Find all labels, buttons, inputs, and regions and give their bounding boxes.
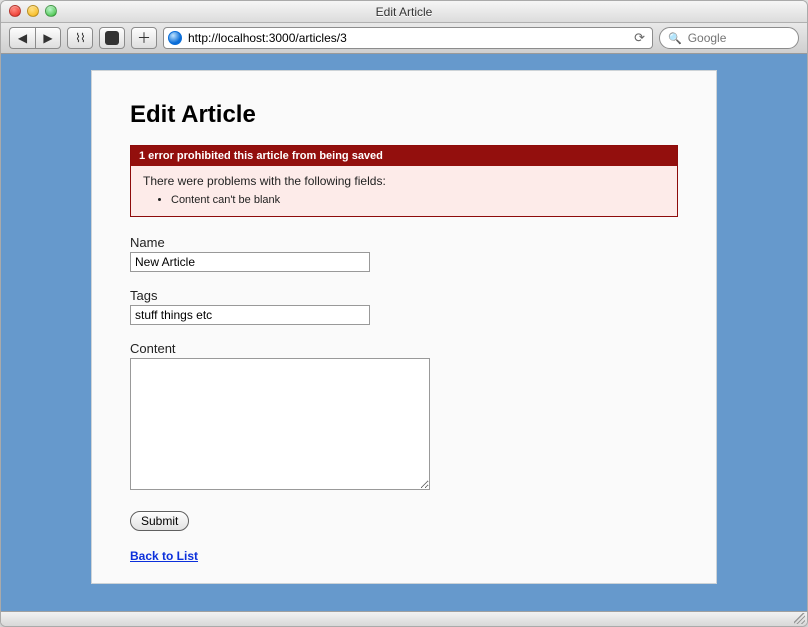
plus-icon: ＋	[137, 28, 151, 48]
zoom-icon[interactable]	[45, 5, 57, 17]
readability-button[interactable]: ⌇⌇	[67, 27, 93, 49]
statusbar	[1, 611, 807, 626]
back-button[interactable]: ◀	[9, 27, 35, 49]
submit-button[interactable]: Submit	[130, 511, 189, 531]
page-container: Edit Article 1 error prohibited this art…	[91, 70, 717, 584]
titlebar: Edit Article	[1, 1, 807, 23]
evernote-button[interactable]	[99, 27, 125, 49]
window-title: Edit Article	[376, 5, 433, 19]
search-icon: 🔍	[668, 32, 682, 45]
elephant-icon	[105, 31, 119, 45]
form-row-content: Content	[130, 341, 678, 493]
form-actions: Submit	[130, 509, 678, 531]
error-intro: There were problems with the following f…	[143, 174, 665, 188]
chevron-right-icon: ▶	[43, 31, 52, 45]
error-list: Content can't be blank	[143, 194, 665, 206]
page-title: Edit Article	[130, 101, 678, 129]
search-bar[interactable]: 🔍	[659, 27, 799, 49]
minimize-icon[interactable]	[27, 5, 39, 17]
form-row-tags: Tags	[130, 288, 678, 325]
back-to-list-link[interactable]: Back to List	[130, 549, 678, 563]
browser-toolbar: ◀ ▶ ⌇⌇ ＋ ⟳ 🔍	[1, 23, 807, 54]
nav-group: ◀ ▶	[9, 27, 61, 49]
zigzag-icon: ⌇⌇	[75, 31, 85, 45]
error-item: Content can't be blank	[171, 194, 665, 206]
content-field[interactable]	[130, 358, 430, 490]
forward-button[interactable]: ▶	[35, 27, 61, 49]
error-header: 1 error prohibited this article from bei…	[131, 146, 677, 166]
add-button[interactable]: ＋	[131, 27, 157, 49]
error-explanation: 1 error prohibited this article from bei…	[130, 145, 678, 217]
error-body: There were problems with the following f…	[131, 166, 677, 216]
viewport: Edit Article 1 error prohibited this art…	[1, 54, 807, 611]
tags-field[interactable]	[130, 305, 370, 325]
close-icon[interactable]	[9, 5, 21, 17]
url-input[interactable]	[186, 30, 627, 46]
search-input[interactable]	[686, 30, 808, 46]
address-bar[interactable]: ⟳	[163, 27, 653, 49]
name-label: Name	[130, 235, 678, 250]
form-row-name: Name	[130, 235, 678, 272]
content-label: Content	[130, 341, 678, 356]
name-field[interactable]	[130, 252, 370, 272]
traffic-lights	[9, 5, 57, 17]
globe-icon	[168, 31, 182, 45]
reload-icon[interactable]: ⟳	[631, 30, 648, 46]
chevron-left-icon: ◀	[18, 31, 27, 45]
resize-handle-icon[interactable]	[794, 613, 805, 624]
tags-label: Tags	[130, 288, 678, 303]
browser-window: Edit Article ◀ ▶ ⌇⌇ ＋ ⟳ 🔍	[0, 0, 808, 627]
